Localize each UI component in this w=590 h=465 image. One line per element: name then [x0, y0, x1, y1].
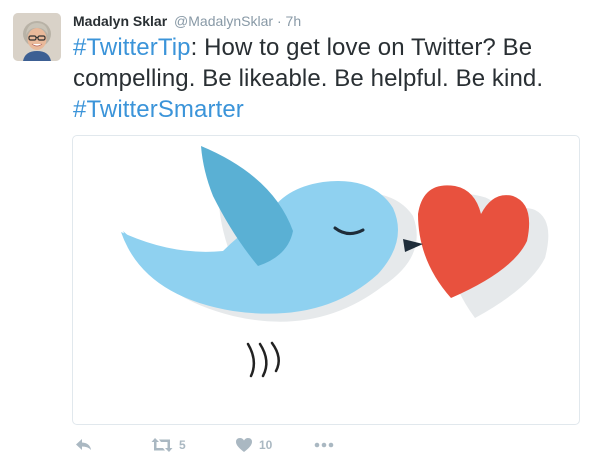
like-button[interactable]: 10: [235, 435, 272, 455]
more-icon: [314, 442, 334, 448]
tweet-media-image[interactable]: [72, 135, 580, 425]
retweet-count: 5: [179, 438, 186, 452]
more-button[interactable]: [314, 435, 334, 455]
like-count: 10: [259, 438, 273, 452]
avatar-photo: [13, 13, 61, 61]
author-handle[interactable]: @MadalynSklar: [174, 13, 273, 29]
tweet-actions: 5 10: [73, 435, 373, 455]
retweet-button[interactable]: 5: [151, 435, 186, 455]
tweet-timestamp[interactable]: 7h: [286, 13, 302, 29]
hashtag-twittersmarter[interactable]: #TwitterSmarter: [73, 96, 244, 123]
header-separator: ·: [276, 13, 282, 29]
reply-icon: [76, 439, 91, 450]
tweet-text: #TwitterTip: How to get love on Twitter?…: [73, 32, 583, 125]
author-name[interactable]: Madalyn Sklar: [73, 13, 167, 29]
heart-icon: [236, 438, 252, 452]
tweet-header: Madalyn Sklar @MadalynSklar · 7h: [73, 12, 301, 30]
author-avatar[interactable]: [13, 13, 61, 61]
hashtag-twittertip[interactable]: #TwitterTip: [73, 34, 191, 61]
bird-wing: [201, 146, 293, 266]
reply-button[interactable]: [75, 435, 93, 455]
bird-with-heart-illustration: [121, 146, 549, 378]
retweet-icon: [151, 438, 173, 452]
